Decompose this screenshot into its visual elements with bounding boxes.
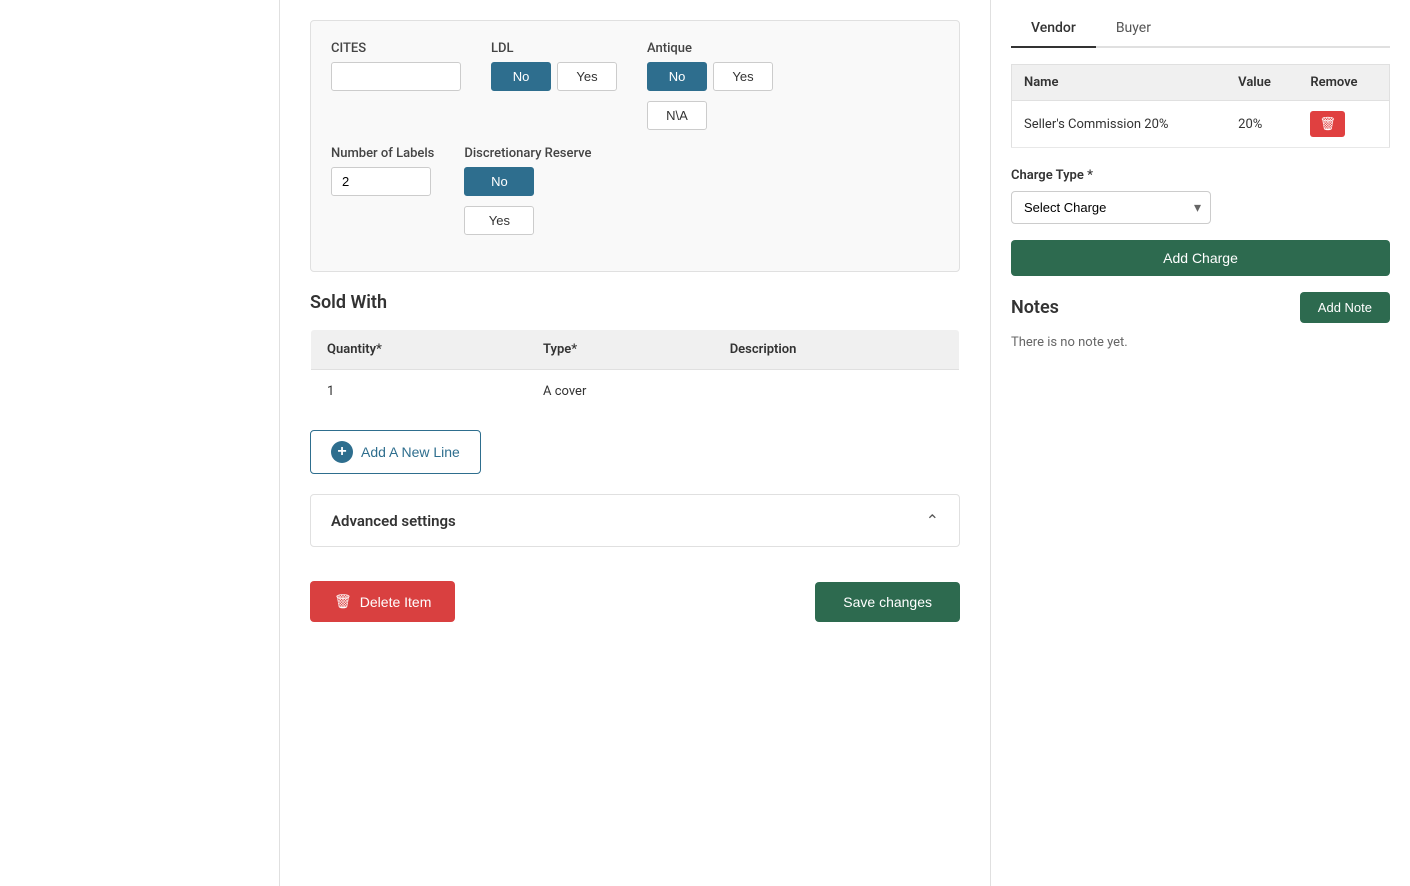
delete-label: Delete Item — [360, 594, 432, 610]
dr-yes-button[interactable]: Yes — [464, 206, 534, 235]
col-quantity: Quantity* — [311, 330, 528, 370]
charge-type-select-wrapper: Select Charge Flat Fee Percentage ▾ — [1011, 191, 1211, 224]
add-charge-button[interactable]: Add Charge — [1011, 240, 1390, 276]
row-type: A cover — [527, 370, 714, 414]
tab-vendor[interactable]: Vendor — [1011, 10, 1096, 48]
field-row-2: Number of Labels Discretionary Reserve N… — [331, 146, 939, 235]
delete-item-button[interactable]: 🗑 Delete Item — [310, 581, 455, 622]
cites-group: CITES — [331, 41, 461, 91]
charge-type-label: Charge Type * — [1011, 168, 1390, 183]
field-row-1: CITES LDL No Yes Antique No Yes — [331, 41, 939, 130]
charges-col-remove: Remove — [1298, 65, 1389, 101]
dr-no-button[interactable]: No — [464, 167, 534, 196]
num-labels-input[interactable] — [331, 167, 431, 196]
col-description: Description — [714, 330, 960, 370]
advanced-settings-section: Advanced settings ⌃ — [310, 494, 960, 547]
row-quantity: 1 — [311, 370, 528, 414]
ldl-label: LDL — [491, 41, 617, 56]
ldl-group: LDL No Yes — [491, 41, 617, 91]
add-note-button[interactable]: Add Note — [1300, 292, 1390, 323]
charge-name: Seller's Commission 20% — [1012, 101, 1227, 148]
notes-title: Notes — [1011, 297, 1059, 318]
sold-with-header-row: Quantity* Type* Description — [311, 330, 960, 370]
antique-na-row: N\A — [647, 101, 773, 130]
sold-with-title: Sold With — [310, 292, 960, 313]
fields-section: CITES LDL No Yes Antique No Yes — [310, 20, 960, 272]
cites-label: CITES — [331, 41, 461, 56]
add-line-button[interactable]: + Add A New Line — [310, 430, 481, 474]
charge-value: 20% — [1226, 101, 1298, 148]
tab-buyer[interactable]: Buyer — [1096, 10, 1171, 48]
charge-remove-cell: 🗑 — [1298, 101, 1389, 148]
antique-yes-button[interactable]: Yes — [713, 62, 773, 91]
trash-icon: 🗑 — [334, 593, 352, 610]
no-note-text: There is no note yet. — [1011, 335, 1390, 350]
delete-charge-button[interactable]: 🗑 — [1310, 111, 1345, 137]
dr-toggle-group: No Yes — [464, 167, 591, 235]
charges-col-name: Name — [1012, 65, 1227, 101]
row-description — [714, 370, 960, 414]
save-changes-button[interactable]: Save changes — [815, 582, 960, 622]
charges-col-value: Value — [1226, 65, 1298, 101]
ldl-yes-button[interactable]: Yes — [557, 62, 617, 91]
antique-group: Antique No Yes N\A — [647, 41, 773, 130]
antique-na-button[interactable]: N\A — [647, 101, 707, 130]
ldl-no-button[interactable]: No — [491, 62, 551, 91]
ldl-toggle-row: No Yes — [491, 62, 617, 91]
tabs-row: Vendor Buyer — [1011, 10, 1390, 48]
right-panel: Vendor Buyer Name Value Remove Seller's … — [990, 0, 1410, 886]
action-row: 🗑 Delete Item Save changes — [310, 571, 960, 632]
charge-type-select[interactable]: Select Charge Flat Fee Percentage — [1011, 191, 1211, 224]
add-line-label: Add A New Line — [361, 444, 460, 460]
num-labels-group: Number of Labels — [331, 146, 434, 196]
notes-header: Notes Add Note — [1011, 292, 1390, 323]
cites-input[interactable] — [331, 62, 461, 91]
antique-toggle-row: No Yes — [647, 62, 773, 91]
charges-header-row: Name Value Remove — [1012, 65, 1390, 101]
table-row: 1 A cover — [311, 370, 960, 414]
antique-no-button[interactable]: No — [647, 62, 707, 91]
num-labels-label: Number of Labels — [331, 146, 434, 161]
discretionary-reserve-label: Discretionary Reserve — [464, 146, 591, 161]
charges-table: Name Value Remove Seller's Commission 20… — [1011, 64, 1390, 148]
col-type: Type* — [527, 330, 714, 370]
plus-icon: + — [331, 441, 353, 463]
advanced-settings-header[interactable]: Advanced settings ⌃ — [311, 495, 959, 546]
discretionary-reserve-group: Discretionary Reserve No Yes — [464, 146, 591, 235]
antique-label: Antique — [647, 41, 773, 56]
advanced-settings-title: Advanced settings — [331, 512, 456, 530]
charges-table-row: Seller's Commission 20% 20% 🗑 — [1012, 101, 1390, 148]
chevron-up-icon: ⌃ — [926, 511, 939, 530]
sold-with-table: Quantity* Type* Description 1 A cover — [310, 329, 960, 414]
